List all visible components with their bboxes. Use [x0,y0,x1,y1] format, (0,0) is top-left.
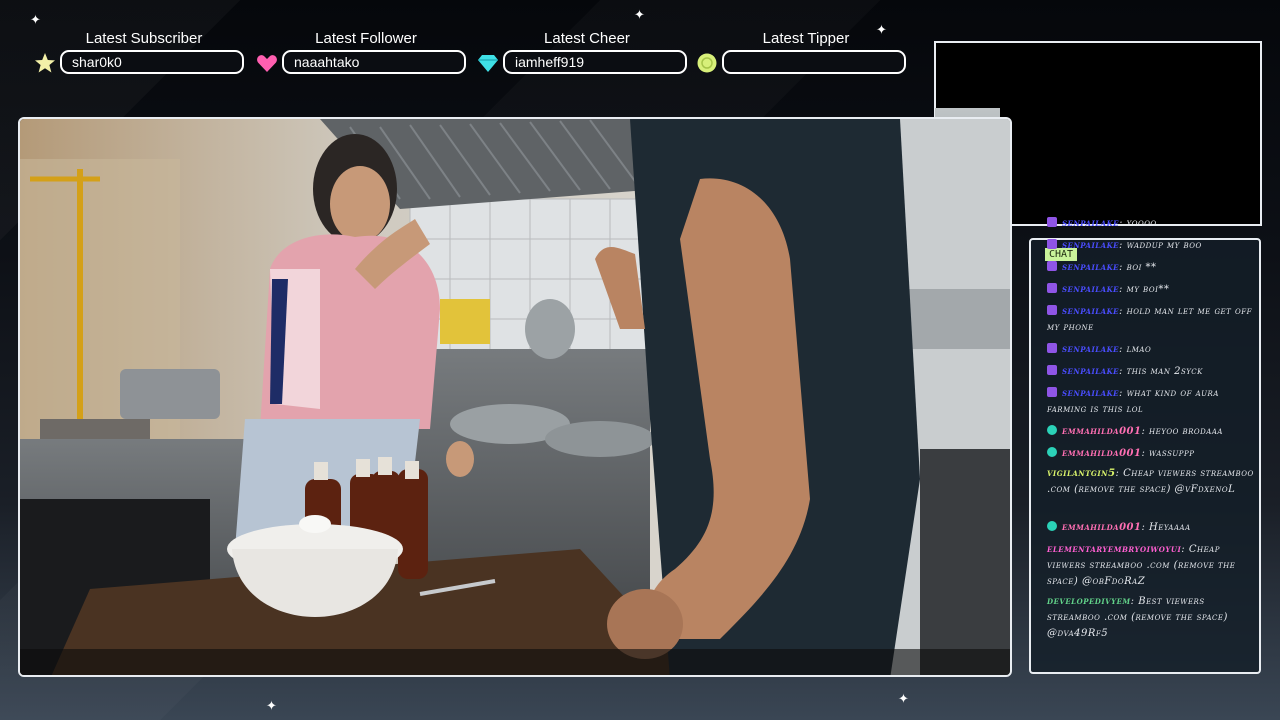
subscriber-badge-icon [1047,239,1057,249]
chat-message: senpailake: boi ** [1047,260,1259,276]
chat-text: yoooo [1126,218,1157,229]
subscriber-badge-icon [1047,387,1057,397]
chat-text: wassuppp [1149,448,1195,459]
chat-username[interactable]: vigilantgin5 [1047,468,1116,479]
chat-message: emmahilda001: wassuppp [1047,446,1259,462]
latest-subscriber-value: shar0k0 [60,50,244,74]
chat-text: my boi** [1126,284,1170,295]
latest-tipper-value [722,50,906,74]
chat-username[interactable]: senpailake [1062,344,1119,355]
chat-text: Heyaaaa [1149,522,1191,533]
coin-icon [697,53,717,73]
chat-message: developedivyem: Best viewers streamboo .… [1047,596,1228,639]
subscriber-badge-icon [1047,283,1057,293]
diamond-icon [478,55,498,72]
chat-message: senpailake: this man 2syck [1047,364,1259,380]
subscriber-badge-icon [1047,305,1057,315]
latest-subscriber-label: Latest Subscriber [85,30,203,47]
latest-tipper-widget: Latest Tipper [696,30,906,78]
subscriber-badge-icon [1047,217,1057,227]
chat-message: senpailake: waddup my boo [1047,238,1259,254]
chat-username[interactable]: senpailake [1062,262,1119,273]
chat-message: emmahilda001: Heyaaaa [1047,520,1259,536]
chat-username[interactable]: senpailake [1062,218,1119,229]
chat-username[interactable]: senpailake [1062,240,1119,251]
chat-message: emmahilda001: heyoo brodaaa [1047,424,1259,440]
chat-text: lmao [1126,344,1152,355]
latest-tipper-label: Latest Tipper [762,30,850,47]
star-icon [35,53,55,73]
subscriber-badge-icon [1047,261,1057,271]
turbo-badge-icon [1047,521,1057,531]
sparkle-icon: ✦ [898,692,909,707]
chat-message: senpailake: what kind of aura farming is… [1047,387,1219,415]
heart-icon [257,55,277,72]
chat-username[interactable]: emmahilda001 [1062,522,1141,533]
chat-message: senpailake: hold man let me get off my p… [1047,305,1252,333]
sparkle-icon: ✦ [634,8,645,23]
turbo-badge-icon [1047,447,1057,457]
chat-username[interactable]: emmahilda001 [1062,426,1141,437]
sparkle-icon: ✦ [30,13,41,28]
chat-message: senpailake: yoooo [1047,216,1259,232]
sparkle-icon: ✦ [266,699,277,714]
chat-text: this man 2syck [1126,366,1203,377]
chat-text: waddup my boo [1126,240,1202,251]
chat-message: elementaryembryoiwoyui: Cheap viewers st… [1047,544,1236,587]
latest-cheer-widget: Latest Cheer iamheff919 [477,30,687,78]
latest-follower-widget: Latest Follower naaahtako [256,30,466,78]
turbo-badge-icon [1047,425,1057,435]
subscriber-badge-icon [1047,343,1057,353]
chat-message: senpailake: lmao [1047,342,1259,358]
chat-username[interactable]: senpailake [1062,388,1119,399]
stream-video[interactable] [18,117,1012,677]
chat-message: vigilantgin5: Cheap viewers streamboo .c… [1047,468,1254,495]
latest-cheer-value: iamheff919 [503,50,687,74]
chat-username[interactable]: senpailake [1062,284,1119,295]
chat-username[interactable]: developedivyem [1047,596,1131,607]
chat-message: senpailake: my boi** [1047,282,1259,298]
chat-username[interactable]: senpailake [1062,366,1119,377]
kitchen-scene-image [20,119,1010,675]
chat-username[interactable]: emmahilda001 [1062,448,1141,459]
subscriber-badge-icon [1047,365,1057,375]
chat-text: heyoo brodaaa [1149,426,1223,437]
latest-follower-value: naaahtako [282,50,466,74]
chat-text: boi ** [1126,262,1157,273]
chat-username[interactable]: senpailake [1062,306,1119,317]
latest-subscriber-widget: Latest Subscriber shar0k0 [34,30,244,78]
latest-cheer-label: Latest Cheer [544,30,630,47]
latest-follower-label: Latest Follower [315,30,417,47]
chat-username[interactable]: elementaryembryoiwoyui [1047,544,1181,555]
